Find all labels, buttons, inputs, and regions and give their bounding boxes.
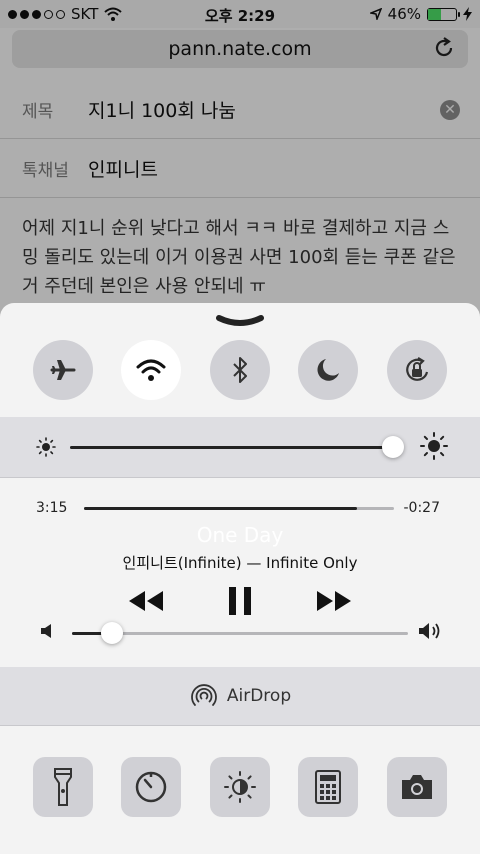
brightness-slider-thumb[interactable]: [382, 436, 404, 458]
rewind-icon: [129, 591, 163, 611]
airdrop-button[interactable]: AirDrop: [0, 667, 480, 725]
elapsed-time: 3:15: [36, 500, 68, 516]
camera-button[interactable]: [387, 757, 447, 817]
airplane-mode-toggle[interactable]: [33, 340, 93, 400]
airdrop-label: AirDrop: [226, 686, 292, 706]
do-not-disturb-toggle[interactable]: [298, 340, 358, 400]
flashlight-icon: [54, 768, 72, 806]
grabber-handle-icon[interactable]: [0, 313, 480, 332]
fast-forward-button[interactable]: [314, 583, 354, 619]
toggle-row: [0, 340, 480, 402]
bluetooth-icon: [233, 357, 247, 383]
fast-forward-icon: [317, 591, 351, 611]
calculator-icon: [315, 770, 341, 804]
brightness-fill: [70, 446, 393, 449]
moon-icon: [317, 359, 339, 381]
wifi-icon: [136, 359, 166, 381]
song-title: One Day: [196, 523, 284, 547]
volume-high-icon: [419, 623, 440, 639]
control-center: 3:15 -0:27 One Day 인피니트(Infinite) — Infi…: [0, 303, 480, 854]
rotation-lock-icon: [406, 357, 429, 381]
pause-button[interactable]: [224, 583, 256, 619]
rewind-button[interactable]: [126, 583, 166, 619]
volume-slider-thumb[interactable]: [101, 622, 123, 644]
timer-button[interactable]: [121, 757, 181, 817]
song-artist: 인피니트(Infinite) — Infinite Only: [122, 554, 358, 572]
progress-fill: [84, 507, 357, 510]
camera-icon: [402, 775, 432, 799]
bluetooth-toggle[interactable]: [210, 340, 270, 400]
night-shift-button[interactable]: [210, 757, 270, 817]
brightness-control: [0, 417, 480, 477]
remaining-time: -0:27: [403, 500, 441, 516]
calculator-button[interactable]: [298, 757, 358, 817]
wifi-toggle[interactable]: [121, 340, 181, 400]
music-player: 3:15 -0:27 One Day 인피니트(Infinite) — Infi…: [0, 483, 480, 666]
night-shift-icon: [224, 771, 256, 803]
rotation-lock-toggle[interactable]: [387, 340, 447, 400]
airplane-icon: [50, 360, 76, 380]
flashlight-button[interactable]: [33, 757, 93, 817]
divider: [0, 477, 480, 478]
airdrop-icon: [190, 684, 217, 706]
transport-controls: [0, 583, 480, 619]
pause-icon: [229, 587, 251, 615]
divider: [0, 725, 480, 726]
brightness-low-icon: [36, 437, 56, 457]
brightness-high-icon: [420, 432, 448, 460]
timer-icon: [135, 771, 167, 803]
shortcut-row: [0, 757, 480, 819]
volume-low-icon: [41, 624, 51, 638]
